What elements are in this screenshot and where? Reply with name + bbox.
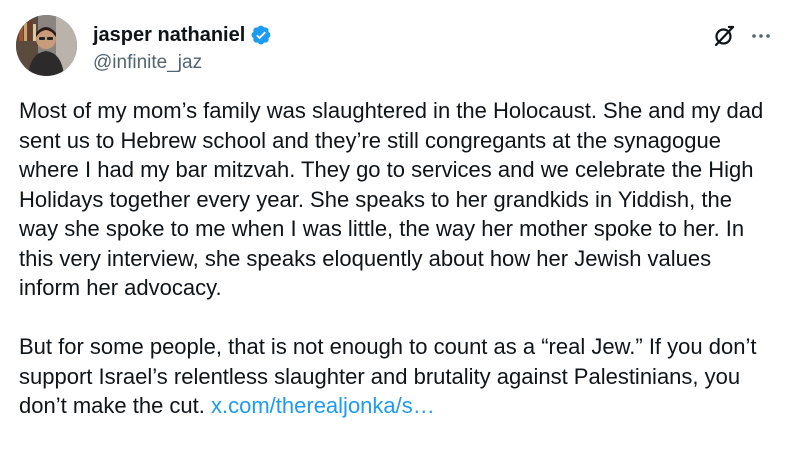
tweet-card: jasper nathaniel @infinite_jaz Most of m… [0, 0, 786, 460]
name-row: jasper nathaniel [93, 22, 272, 48]
tweet-paragraph-2: But for some people, that is not enough … [19, 332, 774, 421]
avatar-image [16, 15, 77, 76]
grok-icon[interactable] [712, 24, 736, 53]
tweet-paragraph-1: Most of my mom’s family was slaughtered … [19, 98, 764, 300]
more-icon[interactable] [750, 25, 772, 52]
display-name[interactable]: jasper nathaniel [93, 24, 245, 47]
verified-badge-icon [250, 24, 272, 46]
tweet-actions [712, 24, 772, 53]
user-info: jasper nathaniel @infinite_jaz [93, 22, 272, 74]
user-handle[interactable]: @infinite_jaz [93, 52, 272, 74]
avatar[interactable] [16, 15, 77, 76]
tweet-text: Most of my mom’s family was slaughtered … [19, 96, 774, 421]
tweet-link[interactable]: x.com/therealjonka/s… [211, 393, 435, 418]
